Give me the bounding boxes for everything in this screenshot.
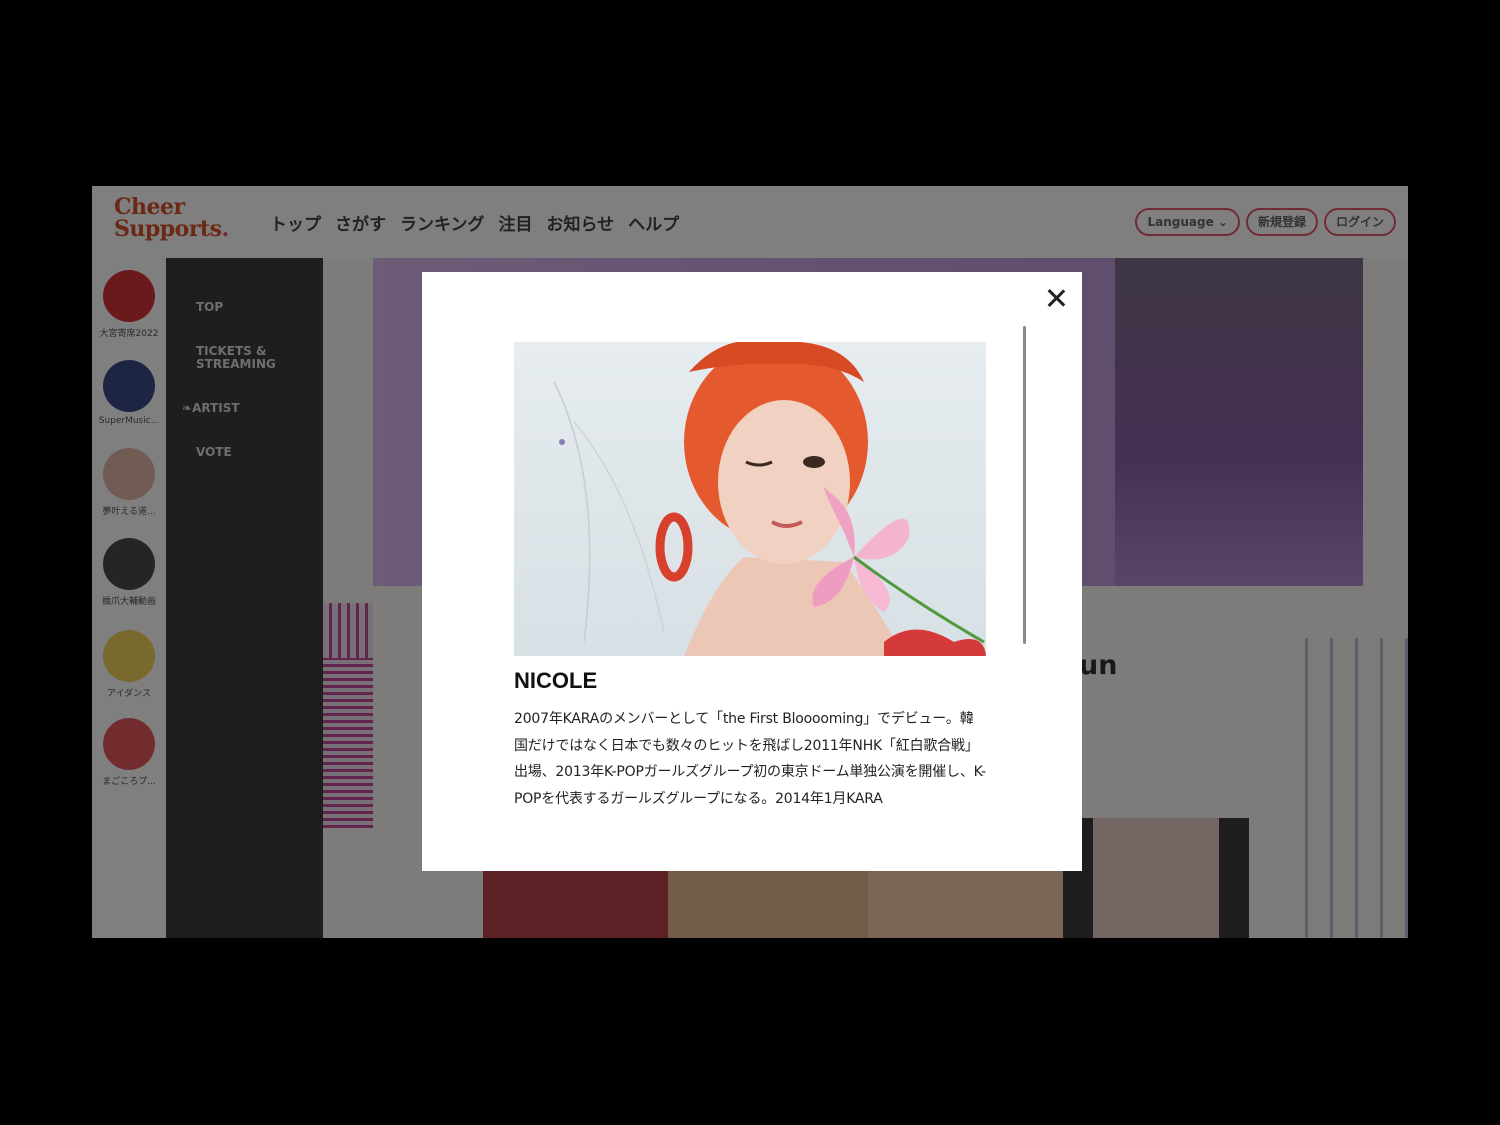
artist-photo-illustration (553, 342, 986, 656)
artist-photo (514, 342, 986, 656)
artist-profile-modal: NICOLE 2007年KARAのメンバーとして「the First Blooo… (422, 272, 1082, 871)
close-icon[interactable] (1044, 286, 1068, 310)
modal-scrollbar[interactable] (1023, 326, 1026, 644)
artist-bio: 2007年KARAのメンバーとして「the First Blooooming」で… (514, 711, 986, 807)
modal-scroll-area[interactable]: NICOLE 2007年KARAのメンバーとして「the First Blooo… (514, 342, 986, 816)
browser-viewport: Cheer Supports. トップ さがす ランキング 注目 お知らせ ヘル… (92, 186, 1408, 938)
artist-name: NICOLE (514, 668, 598, 693)
